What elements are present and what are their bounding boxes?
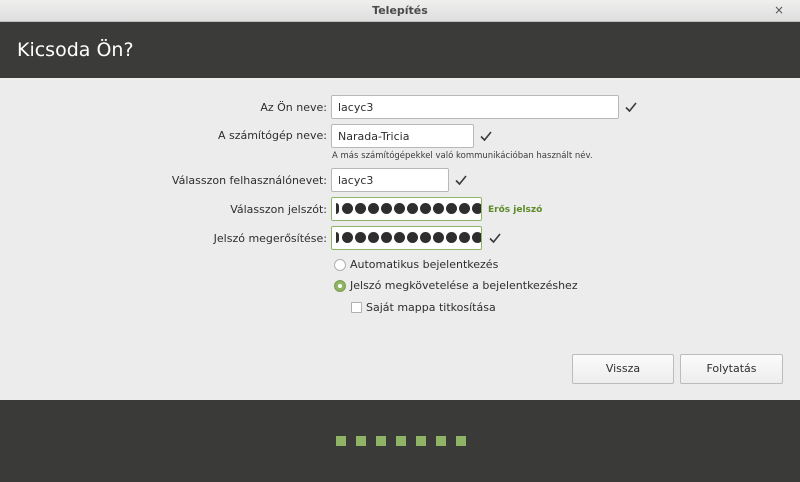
name-label: Az Ön neve: bbox=[260, 101, 327, 114]
checkmark-icon bbox=[489, 233, 501, 244]
auto-login-label: Automatikus bejelentkezés bbox=[350, 258, 499, 271]
user-form-panel: Az Ön neve: A számítógép neve: A más szá… bbox=[0, 78, 800, 400]
progress-step bbox=[396, 436, 406, 446]
password-input[interactable] bbox=[331, 197, 482, 221]
window-title: Telepítés bbox=[372, 4, 428, 17]
name-input[interactable] bbox=[331, 95, 619, 119]
computer-name-label: A számítógép neve: bbox=[217, 129, 327, 142]
computer-name-input[interactable] bbox=[331, 124, 474, 148]
progress-steps bbox=[336, 436, 466, 446]
progress-step bbox=[436, 436, 446, 446]
username-input[interactable] bbox=[331, 168, 449, 192]
continue-button[interactable]: Folytatás bbox=[680, 354, 783, 384]
require-password-label: Jelszó megkövetelése a bejelentkezéshez bbox=[350, 279, 578, 292]
progress-step bbox=[336, 436, 346, 446]
password-mask bbox=[336, 232, 481, 243]
page-title: Kicsoda Ön? bbox=[17, 39, 134, 61]
checkmark-icon bbox=[625, 102, 637, 113]
install-footer bbox=[0, 400, 800, 482]
confirm-password-label: Jelszó megerősítése: bbox=[213, 232, 327, 245]
confirm-password-input[interactable] bbox=[331, 226, 482, 250]
auto-login-option[interactable]: Automatikus bejelentkezés bbox=[334, 258, 498, 271]
password-strength: Erős jelszó bbox=[488, 205, 543, 215]
password-label: Válasszon jelszót: bbox=[230, 203, 327, 216]
progress-step bbox=[376, 436, 386, 446]
progress-step bbox=[456, 436, 466, 446]
checkmark-icon bbox=[480, 131, 492, 142]
computer-name-hint: A más számítógépekkel való kommunikációb… bbox=[332, 151, 593, 161]
require-password-radio[interactable] bbox=[334, 279, 346, 292]
progress-step bbox=[356, 436, 366, 446]
encrypt-home-checkbox[interactable] bbox=[351, 302, 362, 313]
window-titlebar: Telepítés × bbox=[0, 0, 800, 22]
encrypt-home-option[interactable]: Saját mappa titkosítása bbox=[351, 301, 496, 314]
password-mask bbox=[336, 203, 481, 214]
encrypt-home-label: Saját mappa titkosítása bbox=[366, 301, 496, 314]
back-button[interactable]: Vissza bbox=[572, 354, 674, 384]
username-label: Válasszon felhasználónevet: bbox=[171, 174, 327, 187]
page-header: Kicsoda Ön? bbox=[0, 22, 800, 78]
auto-login-radio[interactable] bbox=[334, 258, 346, 271]
close-icon[interactable]: × bbox=[772, 3, 786, 17]
progress-step bbox=[416, 436, 426, 446]
checkmark-icon bbox=[455, 175, 467, 186]
require-password-option[interactable]: Jelszó megkövetelése a bejelentkezéshez bbox=[334, 279, 578, 292]
